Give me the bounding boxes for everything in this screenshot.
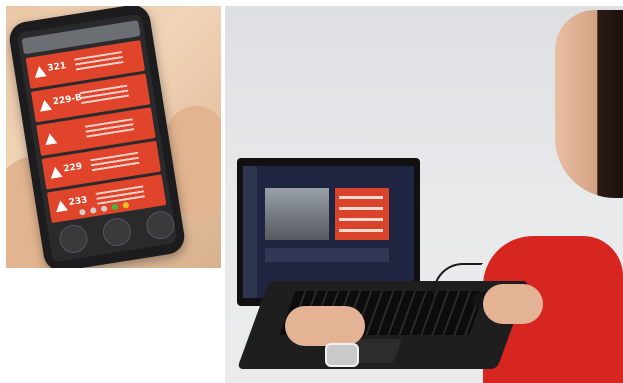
status-dot <box>111 203 119 211</box>
warning-icon <box>43 132 58 146</box>
alert-text <box>74 51 124 73</box>
laptop-screen <box>243 166 414 298</box>
alert-number: 229 <box>62 161 83 175</box>
alert-text <box>90 151 140 174</box>
alert-row <box>339 207 383 210</box>
alert-number: 321 <box>46 61 67 74</box>
warning-icon <box>49 165 63 179</box>
right-hand <box>483 284 543 324</box>
alert-text <box>84 118 135 140</box>
building-icon <box>100 216 133 249</box>
alert-row <box>339 229 383 232</box>
phone-photo: 321 229-B 229 233 <box>6 6 221 268</box>
smartwatch <box>325 343 359 367</box>
warning-icon <box>33 65 47 78</box>
alert-number: 229-B <box>52 92 83 108</box>
status-dot <box>89 207 97 214</box>
laptop-photo <box>225 6 623 383</box>
bell-icon <box>57 222 90 255</box>
camera-view <box>265 188 329 240</box>
phone-screen: 321 229-B 229 233 <box>16 13 178 263</box>
person-head <box>555 10 623 198</box>
status-dot <box>133 200 141 208</box>
alert-row <box>339 218 383 221</box>
person-icon <box>144 209 177 242</box>
status-dot <box>100 205 108 213</box>
alert-row <box>339 196 383 199</box>
status-dot <box>122 201 130 209</box>
alert-text <box>79 84 130 106</box>
tile-row <box>265 248 389 262</box>
alert-panel <box>335 188 389 240</box>
warning-icon <box>38 98 53 112</box>
app-sidebar <box>243 166 257 298</box>
left-hand <box>285 306 365 346</box>
status-dot <box>78 208 86 216</box>
